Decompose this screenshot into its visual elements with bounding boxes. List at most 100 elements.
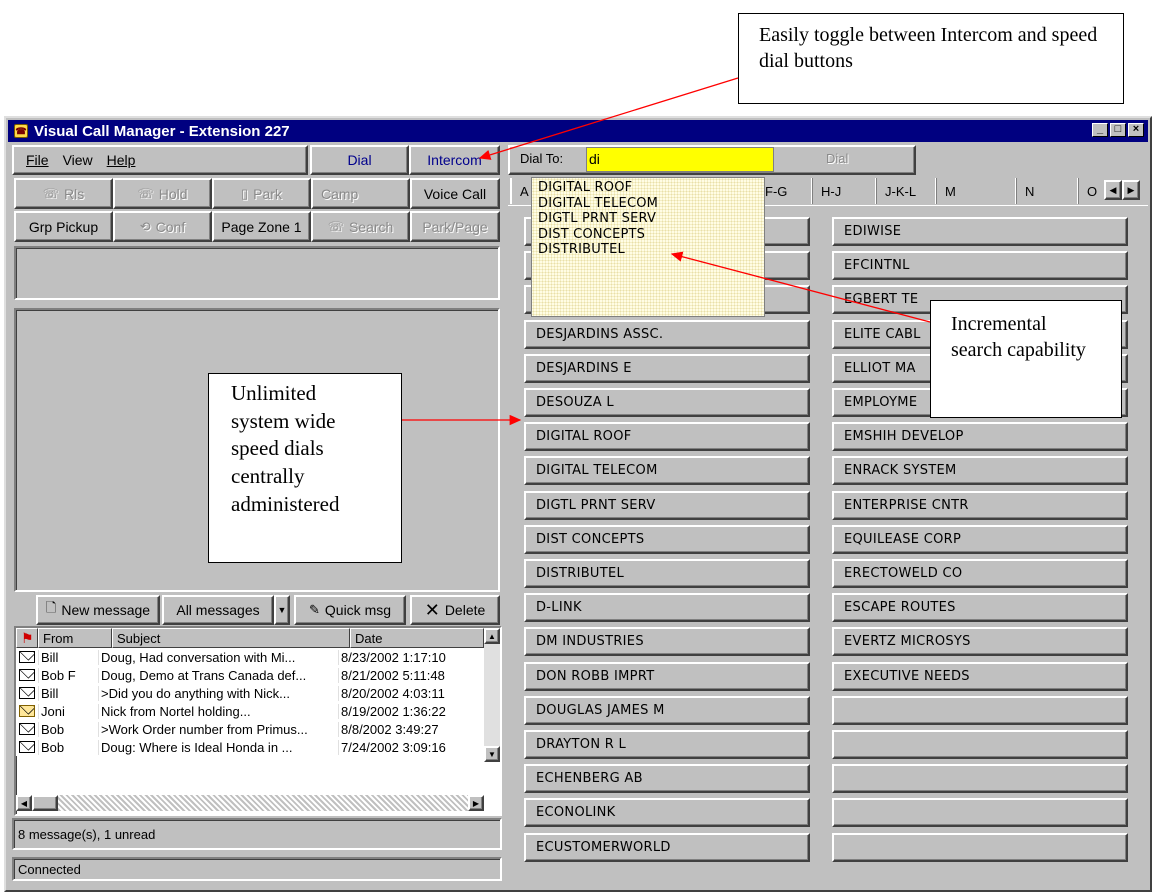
autocomplete-item[interactable]: DIGITAL ROOF	[538, 180, 758, 196]
header-subject[interactable]: Subject	[112, 628, 350, 648]
dial-to-button[interactable]: Dial	[826, 151, 848, 166]
group-pickup-button[interactable]: Grp Pickup	[14, 211, 113, 242]
scroll-down-icon[interactable]: ▼	[484, 746, 500, 762]
speed-dial-button[interactable]: DM INDUSTRIES	[524, 627, 810, 657]
delete-label: Delete	[444, 602, 486, 618]
speed-dial-button[interactable]: DESJARDINS E	[524, 353, 810, 383]
dial-to-input[interactable]: di	[586, 147, 774, 172]
tab-j-k-l[interactable]: J-K-L	[876, 178, 934, 204]
message-subject: Doug, Demo at Trans Canada def...	[98, 667, 338, 683]
message-row[interactable]: Bob Doug: Where is Ideal Honda in ... 7/24…	[16, 738, 484, 756]
speed-dial-button[interactable]: EXECUTIVE NEEDS	[832, 661, 1128, 691]
tab-h-j[interactable]: H-J	[812, 178, 874, 204]
delete-button[interactable]: ✕ Delete	[410, 595, 500, 625]
speed-dial-button[interactable]: ENTERPRISE CNTR	[832, 490, 1128, 520]
tab-n[interactable]: N	[1016, 178, 1078, 204]
speed-dial-button[interactable]: D-LINK	[524, 593, 810, 623]
hscroll-thumb[interactable]	[32, 795, 58, 811]
camp-button[interactable]: Camp	[311, 178, 410, 209]
menu-view[interactable]: View	[63, 152, 93, 168]
menu-help[interactable]: Help	[107, 152, 136, 168]
speed-dial-button[interactable]	[832, 832, 1128, 862]
speed-dial-button[interactable]: ECUSTOMERWORLD	[524, 832, 810, 862]
tab-scroll-right-icon[interactable]: ▶	[1122, 180, 1140, 200]
intercom-button[interactable]: Intercom	[409, 145, 500, 175]
message-row[interactable]: Bob >Work Order number from Primus... 8/8/…	[16, 720, 484, 738]
speed-dial-button[interactable]: EVERTZ MICROSYS	[832, 627, 1128, 657]
scroll-up-icon[interactable]: ▲	[484, 628, 500, 644]
hold-label: Hold	[158, 185, 188, 202]
message-from: Bill	[38, 649, 98, 665]
speed-dial-button[interactable]: DIGTL PRNT SERV	[524, 490, 810, 520]
menu-file[interactable]: File	[26, 152, 49, 168]
hold-button[interactable]: ☏ Hold	[113, 178, 212, 209]
speed-dial-button[interactable]: ECHENBERG AB	[524, 764, 810, 794]
all-messages-select[interactable]: All messages	[162, 595, 274, 625]
scroll-right-icon[interactable]: ▶	[468, 795, 484, 811]
header-from[interactable]: From	[38, 628, 112, 648]
speed-dial-button[interactable]: ERECTOWELD CO	[832, 559, 1128, 588]
speed-dial-button[interactable]: DON ROBB IMPRT	[524, 661, 810, 691]
close-icon[interactable]: ×	[1128, 123, 1144, 137]
speed-dial-button[interactable]	[832, 798, 1128, 828]
tab-scroll-left-icon[interactable]: ◀	[1104, 180, 1122, 200]
header-date[interactable]: Date	[350, 628, 484, 648]
speed-dial-button[interactable]: ECONOLINK	[524, 798, 810, 828]
menu-bar: File View Help	[12, 145, 308, 175]
flag-icon[interactable]: ⚑	[16, 628, 38, 648]
message-vscrollbar[interactable]	[484, 628, 500, 762]
message-hscrollbar[interactable]	[16, 795, 484, 811]
quick-msg-icon: ✎	[308, 602, 320, 617]
autocomplete-item[interactable]: DISTRIBUTEL	[538, 242, 758, 258]
tab-m[interactable]: M	[936, 178, 1016, 204]
maximize-icon[interactable]: □	[1110, 123, 1126, 137]
speed-dial-button[interactable]: DRAYTON R L	[524, 730, 810, 759]
release-button[interactable]: ☏ Rls	[14, 178, 113, 209]
speed-dial-button[interactable]: ESCAPE ROUTES	[832, 593, 1128, 623]
quick-msg-button[interactable]: ✎ Quick msg	[294, 595, 406, 625]
release-icon: ☏	[42, 185, 60, 201]
speed-dial-button[interactable]	[832, 730, 1128, 759]
autocomplete-item[interactable]: DIGTL PRNT SERV	[538, 211, 758, 227]
dropdown-arrow-icon[interactable]: ▼	[274, 595, 290, 625]
park-page-button[interactable]: Park/Page	[410, 211, 500, 242]
speed-dial-button[interactable]: EFCINTNL	[832, 251, 1128, 281]
speed-dial-button[interactable]: DOUGLAS JAMES M	[524, 695, 810, 725]
speed-dial-button[interactable]: DESJARDINS ASSC.	[524, 319, 810, 349]
speed-dial-button[interactable]	[832, 695, 1128, 725]
minimize-icon[interactable]: _	[1092, 123, 1108, 137]
scroll-left-icon[interactable]: ◀	[16, 795, 32, 811]
hold-icon: ☏	[137, 185, 154, 201]
speed-dial-button[interactable]: EDIWISE	[832, 217, 1128, 246]
speed-dial-button[interactable]: EQUILEASE CORP	[832, 524, 1128, 554]
incremental-callout: Incremental search capability	[930, 300, 1122, 418]
envelope-icon	[19, 651, 35, 663]
park-button[interactable]: ▯ Park	[212, 178, 311, 209]
message-row[interactable]: Bill Doug, Had conversation with Mi... 8/2…	[16, 648, 484, 666]
message-row[interactable]: Bill >Did you do anything with Nick... 8/2…	[16, 684, 484, 702]
speed-dial-button[interactable]: DIST CONCEPTS	[524, 524, 810, 554]
speed-dial-button[interactable]: DISTRIBUTEL	[524, 559, 810, 588]
page-zone-button[interactable]: Page Zone 1	[212, 211, 311, 242]
message-row[interactable]: Bob F Doug, Demo at Trans Canada def... 8/…	[16, 666, 484, 684]
dial-mode-button[interactable]: Dial	[310, 145, 409, 175]
speed-dial-button[interactable]: EMSHIH DEVELOP	[832, 422, 1128, 452]
speed-dial-button[interactable]	[832, 764, 1128, 794]
tab-o[interactable]: O	[1078, 178, 1106, 204]
new-message-button[interactable]: 🗋 New message	[36, 595, 160, 625]
search-button[interactable]: ☏ Search	[311, 211, 410, 242]
autocomplete-item[interactable]: DIST CONCEPTS	[538, 227, 758, 243]
search-icon: ☏	[327, 218, 344, 234]
speed-dial-button[interactable]: ENRACK SYSTEM	[832, 456, 1128, 486]
voice-call-button[interactable]: Voice Call	[410, 178, 500, 209]
message-row[interactable]: Joni Nick from Nortel holding... 8/19/2002…	[16, 702, 484, 720]
autocomplete-item[interactable]: DIGITAL TELECOM	[538, 196, 758, 212]
message-date: 8/8/2002 3:49:27	[338, 721, 484, 737]
park-label: Park	[253, 185, 282, 202]
conference-button[interactable]: ⟲ Conf	[113, 211, 212, 242]
speed-dial-button[interactable]: DIGITAL ROOF	[524, 422, 810, 452]
envelope-icon	[19, 669, 35, 681]
speed-dial-button[interactable]: DIGITAL TELECOM	[524, 456, 810, 486]
new-message-label: New message	[61, 602, 151, 618]
speed-dial-button[interactable]: DESOUZA L	[524, 388, 810, 417]
